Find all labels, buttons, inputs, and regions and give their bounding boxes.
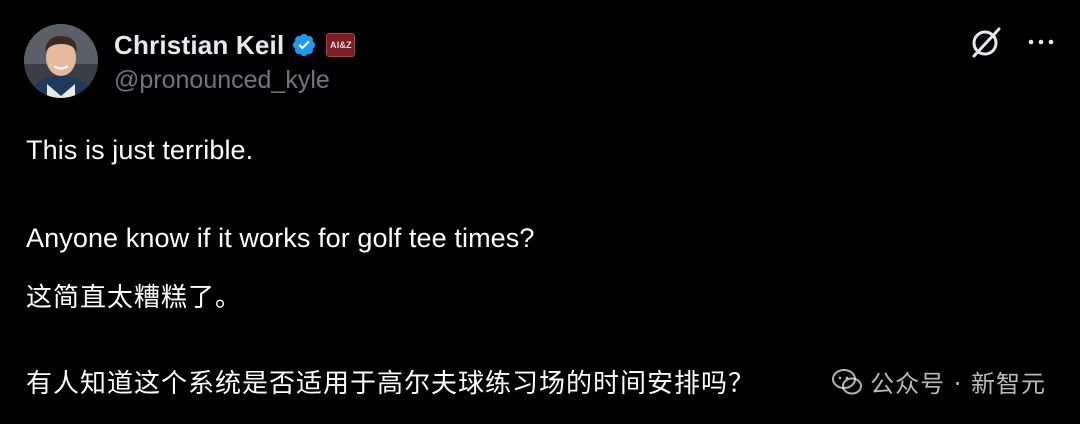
tweet-header: Christian Keil AI&Z @pronounced_kyle — [24, 24, 1056, 104]
top-actions — [968, 24, 1056, 60]
tweet-line-2: Anyone know if it works for golf tee tim… — [26, 223, 535, 253]
author-names: Christian Keil AI&Z @pronounced_kyle — [114, 28, 356, 95]
handle[interactable]: @pronounced_kyle — [114, 66, 355, 95]
more-icon[interactable] — [1026, 27, 1056, 57]
verified-badge-icon[interactable] — [291, 32, 317, 58]
watermark-text: 公众号 · 新智元 — [870, 370, 1046, 398]
tweet-line-1: This is just terrible. — [26, 135, 254, 165]
tweet-line-3: 这简直太糟糕了。 — [26, 283, 243, 313]
name-row: Christian Keil AI&Z — [114, 28, 356, 62]
grok-icon[interactable] — [968, 24, 1004, 60]
wechat-icon — [830, 365, 864, 399]
tweet-line-4: 有人知道这个系统是否适用于高尔夫球练习场的时间安排吗？ — [26, 369, 756, 399]
display-name[interactable]: Christian Keil — [114, 30, 284, 61]
affiliate-badge[interactable]: AI&Z — [326, 33, 356, 57]
avatar[interactable] — [24, 24, 98, 98]
tweet-card: Christian Keil AI&Z @pronounced_kyle Thi… — [0, 0, 1080, 424]
watermark: 公众号 · 新智元 — [830, 364, 1046, 399]
